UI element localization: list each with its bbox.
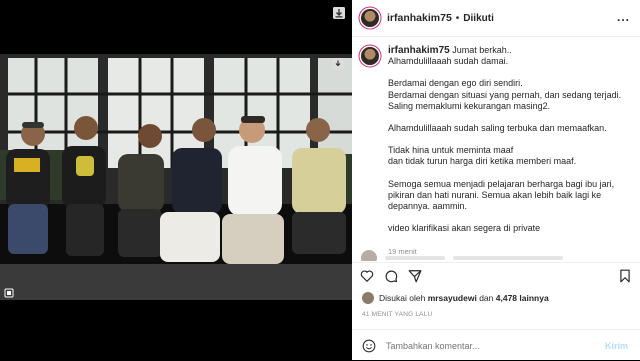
caption-line: video klarifikasi akan segera di private	[388, 223, 541, 234]
comment-icon[interactable]	[384, 269, 398, 283]
ellipsis-icon[interactable]: ...	[617, 10, 630, 24]
download-icon[interactable]	[332, 6, 346, 20]
likes-prefix: Disukai oleh	[379, 293, 426, 303]
caption-area: irfanhakim75 Jumat berkah.. Alhamdulilla…	[352, 37, 640, 261]
caption-line: Alhamdulillaaah sudah damai.	[388, 56, 509, 67]
comment-composer: Kirim	[352, 329, 640, 361]
following-button[interactable]: Diikuti	[463, 13, 494, 24]
likes-summary: Disukai oleh mrsayudewi dan 4,478 lainny…	[362, 291, 549, 305]
avatar[interactable]	[361, 9, 379, 27]
caption-line: Semoga semua menjadi pelajaran berharga …	[388, 178, 615, 189]
bookmark-icon[interactable]	[618, 269, 632, 283]
comment-input[interactable]	[384, 339, 588, 352]
caption-line: dan tidak turun harga diri ketika member…	[388, 156, 577, 167]
caption-username[interactable]: irfanhakim75	[388, 45, 450, 56]
caption-line: pikiran dan hati nurani. Semua akan lebi…	[388, 189, 602, 200]
separator-dot: •	[455, 12, 460, 24]
caption-line: Tidak hina untuk meminta maaf	[388, 145, 514, 156]
comment-placeholder-bar	[453, 256, 563, 260]
caption-line: Saling memaklumi kekurangan masing2.	[388, 100, 551, 111]
post-details-panel: irfanhakim75 • Diikuti ... irfanhakim75 …	[352, 0, 640, 360]
caption-line: Berdamai dengan ego diri sendiri.	[388, 78, 523, 89]
multi-photo-icon	[4, 288, 14, 298]
likes-count[interactable]: 4,478 lainnya	[496, 293, 549, 303]
caption-text: Jumat berkah..	[452, 45, 512, 55]
download-icon[interactable]	[332, 58, 344, 70]
post-timestamp: 41 MENIT YANG LALU	[362, 311, 433, 318]
heart-icon[interactable]	[360, 269, 374, 283]
avatar	[362, 292, 374, 304]
photo-pane	[0, 0, 352, 360]
caption-line: depannya. aammin.	[388, 201, 468, 212]
group-photo-illustration	[0, 54, 352, 300]
action-bar	[352, 262, 640, 287]
avatar	[361, 250, 377, 261]
comment-preview	[361, 250, 631, 261]
header-username[interactable]: irfanhakim75	[387, 12, 452, 24]
likes-connector: dan	[479, 293, 494, 303]
post-header: irfanhakim75 • Diikuti ...	[352, 0, 640, 37]
smiley-icon[interactable]	[362, 339, 376, 353]
caption-line: Berdamai dengan situasi yang pernah, dan…	[388, 89, 622, 100]
paper-plane-icon[interactable]	[408, 269, 422, 283]
post-comment-button[interactable]: Kirim	[605, 341, 628, 351]
comment-placeholder-bar	[385, 256, 445, 260]
liked-by-user[interactable]: mrsayudewi	[428, 293, 477, 303]
caption-line: irfanhakim75 Jumat berkah..	[388, 45, 636, 56]
caption: irfanhakim75 Jumat berkah.. Alhamdulilla…	[388, 45, 636, 258]
caption-line: Alhamdulillaaah sudah saling terbuka dan…	[388, 123, 607, 134]
avatar[interactable]	[361, 47, 379, 65]
post-photo[interactable]	[0, 54, 352, 300]
